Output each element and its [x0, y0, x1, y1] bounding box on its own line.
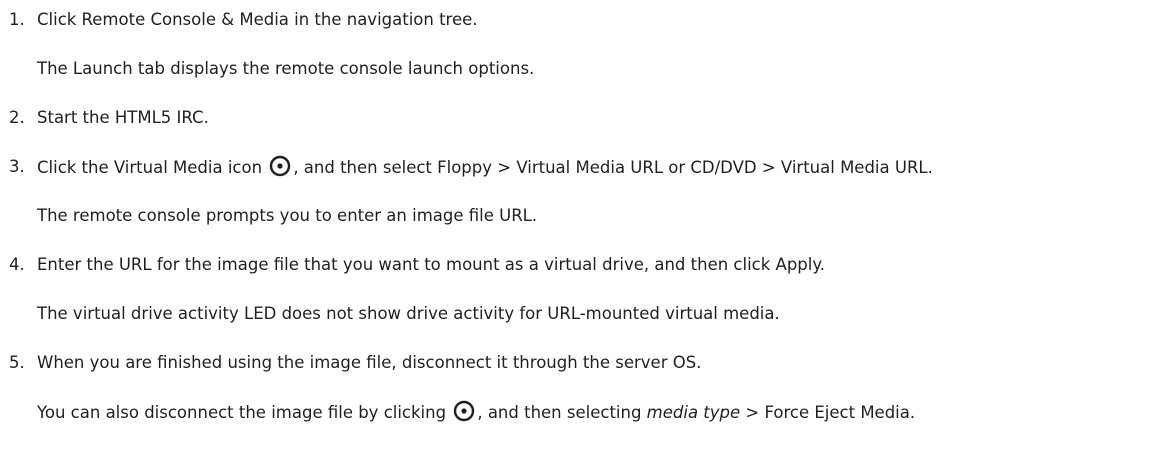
- procedure-steps: 1. Click Remote Console & Media in the n…: [0, 0, 1160, 468]
- step-5-result: You can also disconnect the image file b…: [37, 400, 915, 424]
- step-number: 4.: [9, 255, 25, 274]
- step-text: Enter the URL for the image file that yo…: [37, 255, 826, 274]
- step-text-part: Click the Virtual Media icon: [37, 158, 263, 177]
- step-number: 2.: [9, 108, 25, 127]
- step-text: Click the Virtual Media icon , and then …: [37, 155, 933, 180]
- result-text-part: , and then selecting: [477, 403, 647, 422]
- step-number: 3.: [9, 157, 25, 176]
- virtual-media-icon: [453, 400, 475, 422]
- result-text-part: You can also disconnect the image file b…: [37, 403, 447, 422]
- step-text-part: , and then select Floppy > Virtual Media…: [293, 158, 933, 177]
- step-number: 5.: [9, 353, 25, 372]
- step-4-result: The virtual drive activity LED does not …: [37, 304, 780, 323]
- step-1-result: The Launch tab displays the remote conso…: [37, 59, 535, 78]
- step-number: 1.: [9, 10, 25, 29]
- step-text: Start the HTML5 IRC.: [37, 108, 209, 127]
- virtual-media-icon: [269, 155, 291, 177]
- result-text-part: > Force Eject Media.: [740, 403, 916, 422]
- step-text: Click Remote Console & Media in the navi…: [37, 10, 478, 29]
- step-text: When you are finished using the image fi…: [37, 353, 702, 372]
- media-type-placeholder: media type: [646, 403, 741, 422]
- step-3-result: The remote console prompts you to enter …: [37, 206, 538, 225]
